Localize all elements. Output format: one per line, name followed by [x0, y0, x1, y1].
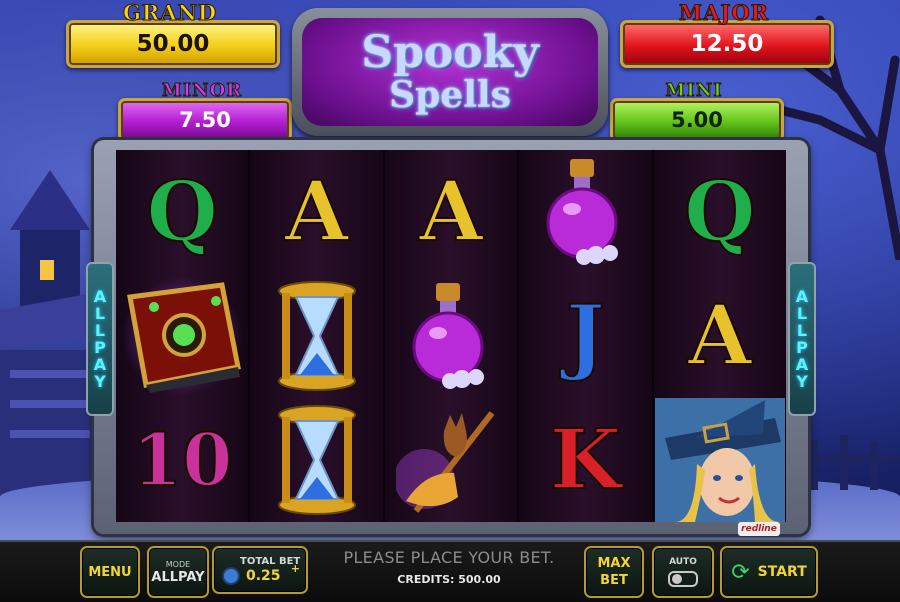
symbol-q: Q	[683, 164, 756, 260]
allpay-letter: A	[93, 287, 107, 306]
symbol-hourglass	[250, 398, 382, 522]
symbol-k: K	[549, 412, 622, 508]
logo-line-2: Spells	[389, 74, 511, 116]
symbol-letter: Q	[654, 150, 786, 274]
allpay-side-label-right: A L L P A Y	[788, 262, 816, 416]
reel-2: A	[250, 150, 385, 522]
symbol-witch	[654, 398, 786, 522]
mini-jackpot-title: MINI	[665, 80, 723, 102]
max-bet-label: MAX BET	[597, 556, 631, 588]
grand-jackpot-title: GRAND	[122, 0, 218, 26]
symbol-10: 10	[131, 417, 233, 502]
symbol-letter: A	[385, 150, 517, 274]
start-button[interactable]: ⟳ START	[720, 546, 818, 598]
major-jackpot-title: MAJOR	[678, 0, 770, 26]
max-bet-button[interactable]: MAX BET	[584, 546, 644, 598]
coin-icon	[222, 566, 240, 585]
menu-button[interactable]: MENU	[80, 546, 140, 598]
major-jackpot-value: 12.50	[690, 31, 764, 57]
potion-icon	[546, 159, 619, 265]
broom-cat-icon	[396, 411, 495, 513]
credits-display: CREDITS: 500.00	[397, 573, 501, 586]
symbol-potion	[385, 274, 517, 398]
allpay-letter: L	[94, 304, 106, 323]
mode-value: ALLPAY	[151, 569, 205, 585]
game-logo: Spooky Spells	[292, 8, 608, 136]
game-logo-panel: Spooky Spells	[302, 18, 598, 126]
symbol-broom-cat	[385, 398, 517, 522]
grand-jackpot-plate: 50.00	[66, 20, 280, 68]
symbol-letter: 10	[116, 398, 248, 522]
symbol-letter: A	[250, 150, 382, 274]
witch-icon	[654, 398, 785, 522]
mini-jackpot-plate: 5.00	[610, 98, 784, 142]
mini-jackpot-value: 5.00	[671, 108, 723, 132]
total-bet-value: 0.25	[246, 567, 281, 584]
provider-badge: redline	[738, 522, 780, 536]
allpay-letter: A	[93, 355, 107, 374]
start-button-label: START	[757, 563, 807, 580]
allpay-side-label-left: A L L P A Y	[86, 262, 114, 416]
allpay-letter: L	[796, 321, 808, 340]
symbol-letter: K	[519, 398, 651, 522]
symbol-potion	[519, 150, 651, 274]
symbol-a: A	[418, 164, 484, 260]
allpay-letter: Y	[796, 372, 808, 391]
allpay-letter: L	[94, 321, 106, 340]
symbol-letter: J	[519, 274, 651, 398]
status-message: PLEASE PLACE YOUR BET.	[343, 548, 555, 567]
grand-jackpot-value: 50.00	[136, 31, 210, 57]
allpay-letter: A	[795, 355, 809, 374]
autoplay-toggle[interactable]: AUTO	[652, 546, 714, 598]
mode-selector[interactable]: MODE ALLPAY	[147, 546, 209, 598]
minor-jackpot-plate: 7.50	[118, 98, 292, 142]
symbol-a: A	[687, 288, 753, 384]
logo-line-1: Spooky	[361, 27, 539, 78]
allpay-letter: A	[795, 287, 809, 306]
hourglass-icon	[277, 281, 356, 391]
symbol-spellbook	[116, 274, 248, 398]
total-bet-row: 0.25	[222, 566, 281, 585]
toggle-switch-icon	[668, 571, 698, 587]
autoplay-label: AUTO	[669, 557, 697, 567]
symbol-hourglass	[250, 274, 382, 398]
symbol-a: A	[284, 164, 350, 260]
minor-jackpot-title: MINOR	[161, 80, 243, 102]
mode-title: MODE	[165, 559, 191, 569]
symbol-letter: A	[654, 274, 786, 398]
reel-4: J K	[519, 150, 654, 522]
menu-button-label: MENU	[88, 564, 132, 580]
allpay-letter: L	[796, 304, 808, 323]
spellbook-icon	[122, 277, 243, 395]
allpay-letter: P	[796, 338, 808, 357]
major-jackpot-plate: 12.50	[620, 20, 834, 68]
allpay-letter: Y	[94, 372, 106, 391]
status-message-area: PLEASE PLACE YOUR BET. CREDITS: 500.00	[320, 548, 578, 594]
total-bet-control[interactable]: TOTAL BET 0.25 +	[212, 546, 308, 594]
fence-illustration	[800, 435, 900, 490]
symbol-q: Q	[145, 164, 218, 260]
symbol-j: J	[565, 288, 606, 384]
reel-5: Q A	[653, 150, 787, 522]
potion-icon	[412, 283, 485, 389]
increase-bet-icon[interactable]: +	[291, 562, 300, 575]
refresh-icon: ⟳	[731, 559, 750, 585]
reel-1: Q 10	[116, 150, 251, 522]
allpay-letter: P	[94, 338, 106, 357]
minor-jackpot-value: 7.50	[179, 108, 231, 132]
reel-3: A	[384, 150, 520, 522]
symbol-letter: Q	[116, 150, 248, 274]
hourglass-icon	[277, 405, 356, 515]
reel-grid: Q 10 A A J K Q A	[116, 150, 787, 522]
